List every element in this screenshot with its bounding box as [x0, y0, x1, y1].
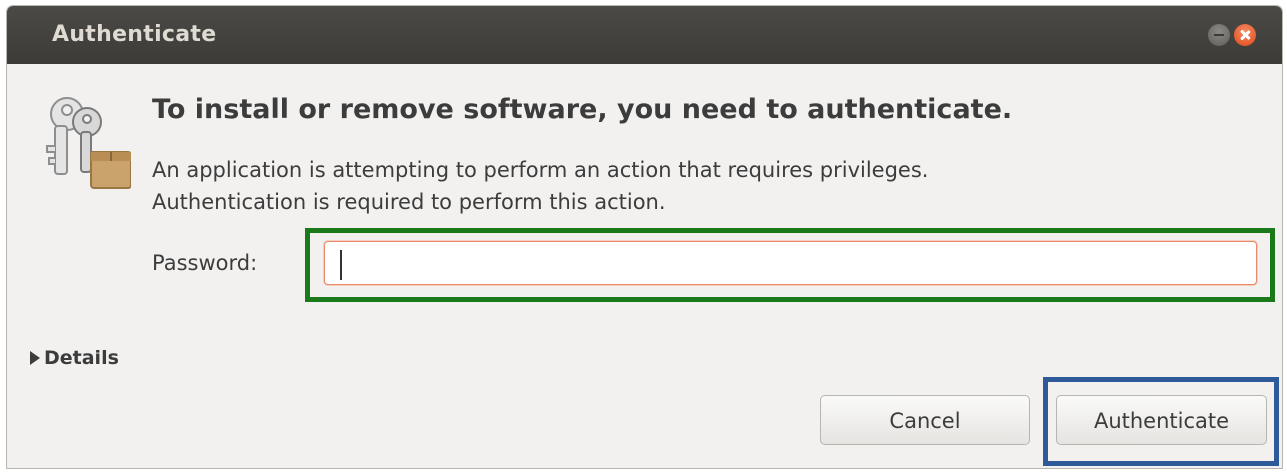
dialog-heading: To install or remove software, you need …	[152, 94, 1013, 125]
text-cursor	[340, 250, 342, 280]
expand-triangle-icon	[30, 351, 40, 365]
description-line-1: An application is attempting to perform …	[152, 158, 929, 182]
title-bar[interactable]: Authenticate	[7, 6, 1282, 64]
authenticate-button[interactable]: Authenticate	[1056, 395, 1267, 445]
authenticate-dialog: Authenticate To install or remove softwa…	[7, 6, 1282, 468]
authenticate-highlight: Authenticate	[1043, 377, 1279, 466]
description-line-2: Authentication is required to perform th…	[152, 190, 666, 214]
password-label: Password:	[152, 251, 258, 275]
cancel-button[interactable]: Cancel	[820, 395, 1030, 445]
details-label: Details	[44, 347, 119, 369]
window-title: Authenticate	[52, 22, 217, 47]
close-icon[interactable]	[1234, 24, 1256, 46]
minimize-icon[interactable]	[1208, 24, 1230, 46]
password-highlight	[305, 228, 1275, 302]
keys-icon	[46, 97, 131, 189]
password-field[interactable]	[324, 241, 1257, 285]
dialog-description: An application is attempting to perform …	[152, 154, 928, 218]
details-expander[interactable]: Details	[30, 347, 119, 369]
